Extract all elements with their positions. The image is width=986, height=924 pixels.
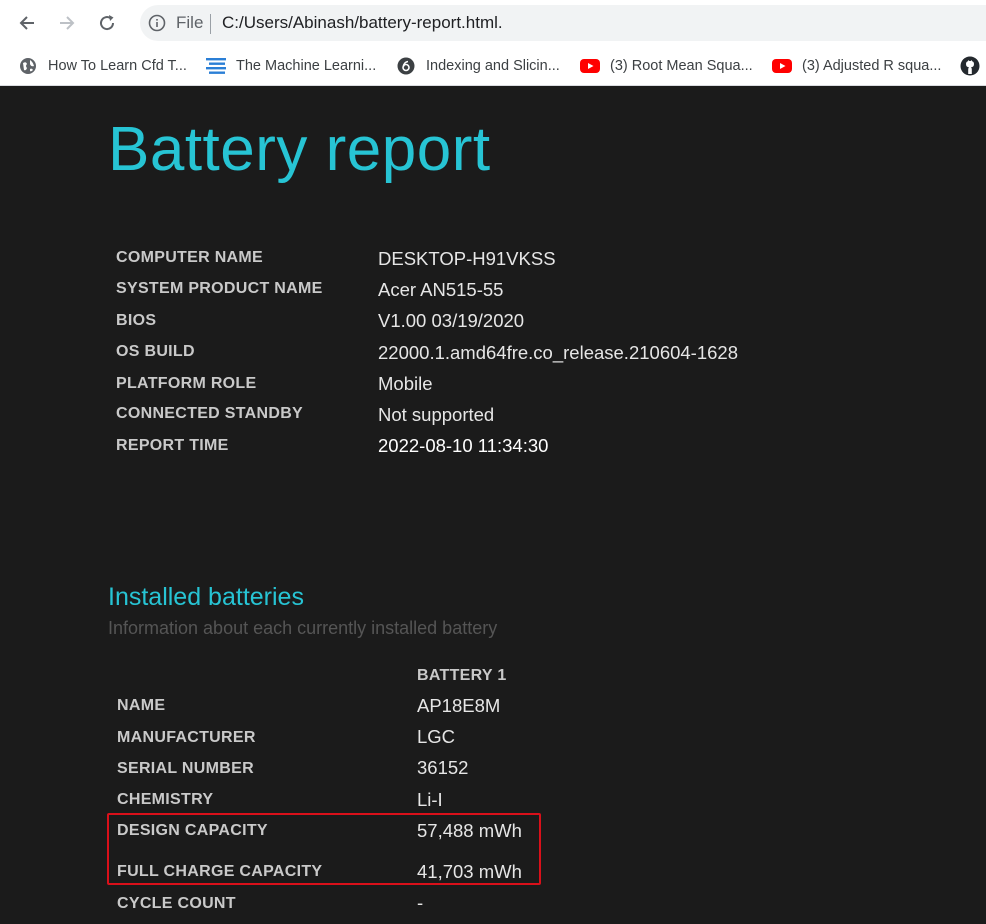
bios-label: BIOS: [116, 312, 157, 329]
bookmark-label: (3) Adjusted R squa...: [802, 58, 942, 74]
installed-batteries-heading: Installed batteries: [108, 583, 304, 611]
globe-icon: [18, 56, 38, 76]
os-build-label: OS BUILD: [116, 343, 195, 360]
arrow-left-icon: [19, 16, 34, 30]
forward-button[interactable]: [54, 10, 80, 36]
os-build-value: 22000.1.amd64fre.co_release.210604-1628: [378, 342, 739, 363]
bookmark-label: Indexing and Slicin...: [426, 58, 560, 74]
arrow-right-icon: [60, 16, 75, 30]
installed-batteries-subtitle: Information about each currently install…: [108, 618, 498, 638]
serial-number-value: 36152: [417, 757, 469, 778]
computer-name-value: DESKTOP-H91VKSS: [378, 248, 556, 269]
bookmark-label: How To Learn Cfd T...: [48, 58, 187, 74]
serial-number-label: SERIAL NUMBER: [117, 760, 254, 777]
report-time-value: 2022-08-10 11:34:30: [378, 435, 549, 456]
computer-name-label: COMPUTER NAME: [116, 249, 264, 266]
system-product-name-label: SYSTEM PRODUCT NAME: [116, 280, 323, 297]
battery-name-value: AP18E8M: [417, 695, 501, 716]
reload-icon: [100, 15, 115, 31]
bookmark-item[interactable]: (3) Adjusted R squa...: [772, 55, 941, 77]
platform-role-label: PLATFORM ROLE: [116, 375, 257, 392]
bookmark-item[interactable]: (3) Root Mean Squa...: [580, 55, 753, 77]
battery-report-page: Battery report COMPUTER NAME DESKTOP-H91…: [0, 86, 986, 924]
manufacturer-value: LGC: [417, 726, 456, 747]
connected-standby-value: Not supported: [378, 404, 495, 425]
battery-name-label: NAME: [117, 697, 166, 714]
youtube-icon: [772, 56, 792, 76]
chemistry-label: CHEMISTRY: [117, 791, 214, 808]
report-time-label: REPORT TIME: [116, 437, 229, 454]
battery-column-header: BATTERY 1: [417, 667, 507, 684]
bookmark-item[interactable]: Indexing and Slicin...: [396, 55, 560, 77]
url-text[interactable]: C:/Users/Abinash/battery-report.html.: [222, 13, 503, 33]
bios-value: V1.00 03/19/2020: [378, 310, 525, 331]
github-icon: [960, 56, 980, 76]
bookmark-label: The Machine Learni...: [236, 58, 377, 74]
chemistry-value: Li-I: [417, 789, 443, 810]
page-title: Battery report: [108, 115, 491, 184]
platform-role-value: Mobile: [378, 373, 433, 394]
cycle-count-label: CYCLE COUNT: [117, 895, 236, 912]
cycle-count-value: -: [417, 892, 424, 913]
bookmark-item[interactable]: The Machine Learni...: [206, 55, 376, 77]
bookmark-item[interactable]: How To Learn Cfd T...: [18, 55, 187, 77]
divider: [210, 14, 211, 34]
youtube-icon: [580, 56, 600, 76]
bookmark-item[interactable]: [960, 55, 986, 77]
browser-toolbar: File C:/Users/Abinash/battery-report.htm…: [0, 0, 986, 46]
bookmarks-bar: How To Learn Cfd T... The Machine Learni…: [0, 46, 986, 86]
capacity-highlight-box: [107, 813, 541, 885]
manufacturer-label: MANUFACTURER: [117, 729, 256, 746]
info-icon[interactable]: [148, 14, 166, 32]
reload-button[interactable]: [94, 10, 120, 36]
address-bar[interactable]: File C:/Users/Abinash/battery-report.htm…: [140, 5, 986, 41]
lines-icon: [206, 56, 226, 76]
connected-standby-label: CONNECTED STANDBY: [116, 405, 304, 422]
bookmark-label: (3) Root Mean Squa...: [610, 58, 753, 74]
system-product-name-value: Acer AN515-55: [378, 279, 504, 300]
back-button[interactable]: [14, 10, 40, 36]
file-label: File: [176, 13, 204, 32]
circle-6-icon: [396, 56, 416, 76]
